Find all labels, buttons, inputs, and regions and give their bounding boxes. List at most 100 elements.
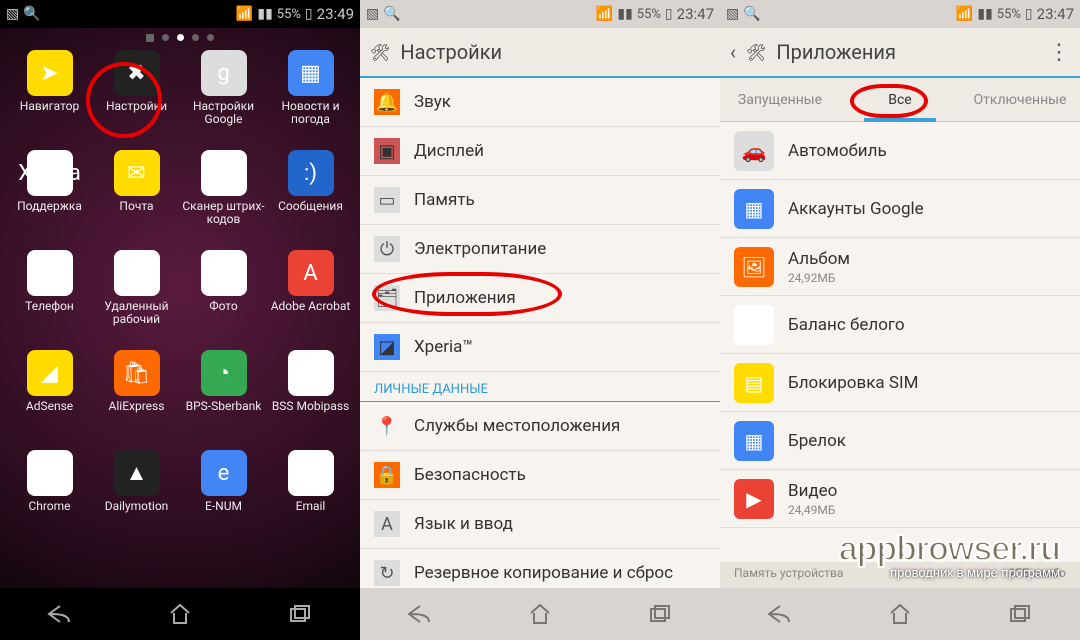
settings-row-Язык и ввод[interactable]: AЯзык и ввод	[360, 500, 720, 549]
row-label: Дисплей	[414, 141, 484, 161]
clock: 23:47	[1037, 5, 1074, 23]
app-aliexpress[interactable]: 🛍AliExpress	[93, 350, 180, 446]
app-почта[interactable]: ✉Почта	[93, 150, 180, 246]
clock: 23:47	[677, 5, 714, 23]
app-icon: :)	[288, 150, 334, 196]
app-сканер-штрих-кодов[interactable]: ▮▮▮ Сканер штрих-кодов	[180, 150, 267, 246]
app-adsense[interactable]: ◢AdSense	[6, 350, 93, 446]
app-dailymotion[interactable]: ▲Dailymotion	[93, 450, 180, 546]
settings-row-Электропитание[interactable]: ⏻Электропитание	[360, 225, 720, 274]
app-adobe-acrobat[interactable]: AAdobe Acrobat	[267, 250, 354, 346]
app-фото[interactable]: ✦Фото	[180, 250, 267, 346]
recent-button[interactable]	[275, 596, 325, 632]
app-icon: g	[201, 50, 247, 96]
row-icon: ↻	[374, 560, 400, 586]
row-icon: 🚗	[734, 131, 774, 171]
app-телефон[interactable]: ✆ Телефон	[6, 250, 93, 346]
settings-row-Приложения[interactable]: 🗂Приложения	[360, 274, 720, 323]
settings-row-Звук[interactable]: 🔔Звук	[360, 78, 720, 127]
row-icon: ▦	[734, 189, 774, 229]
app-row-Аккаунты Google[interactable]: ▦ Аккаунты Google	[720, 180, 1080, 238]
back-button[interactable]	[35, 596, 85, 632]
app-удаленный-рабочий[interactable]: ◧Удаленный рабочий	[93, 250, 180, 346]
app-label: Настройки	[106, 100, 167, 113]
battery-percent: 55%	[637, 7, 661, 22]
app-label: Телефон	[25, 300, 74, 313]
app-grid: ➤Навигатор✖НастройкиgНастройки Google▦Но…	[0, 46, 360, 546]
app-e-num[interactable]: eE-NUM	[180, 450, 267, 546]
row-sub: 24,92МБ	[788, 271, 850, 285]
settings-icon: 🛠	[370, 43, 390, 62]
search-icon: 🔍	[23, 6, 40, 22]
home-button[interactable]	[515, 596, 565, 632]
dot	[192, 34, 199, 41]
nav-bar	[0, 588, 360, 640]
app-навигатор[interactable]: ➤Навигатор	[6, 50, 93, 146]
app-icon: ✉	[288, 450, 334, 496]
back-button[interactable]	[395, 596, 445, 632]
row-icon: A	[374, 511, 400, 537]
app-label: Сканер штрих-кодов	[182, 200, 266, 226]
dot	[207, 34, 214, 41]
app-label: AliExpress	[109, 400, 165, 413]
row-label: Резервное копирование и сброс	[414, 563, 673, 583]
recent-button[interactable]	[995, 596, 1045, 632]
overflow-icon[interactable]: ⋮	[1048, 40, 1070, 65]
status-bar: ▧ 🔍 📶 ▮▮ 55% ▯ 23:47	[720, 0, 1080, 28]
app-label: E-NUM	[205, 500, 242, 513]
tab-Все[interactable]: Все	[840, 78, 960, 121]
app-row-Блокировка SIM[interactable]: ▤Блокировка SIM	[720, 354, 1080, 412]
back-icon[interactable]: ‹	[730, 40, 736, 64]
app-row-Баланс белого[interactable]: ✖Баланс белого	[720, 296, 1080, 354]
settings-row-Xperia™[interactable]: ◪Xperia™	[360, 323, 720, 372]
settings-row-Дисплей[interactable]: ▣Дисплей	[360, 127, 720, 176]
gallery-icon: ▧	[366, 6, 379, 22]
app-row-Автомобиль[interactable]: 🚗Автомобиль	[720, 122, 1080, 180]
settings-screen: ▧ 🔍 📶 ▮▮ 55% ▯ 23:47 🛠 Настройки 🔔Звук▣Д…	[360, 0, 720, 640]
app-row-Брелок[interactable]: ▦Брелок	[720, 412, 1080, 470]
app-bps-sberbank[interactable]: ◔BPS-Sberbank	[180, 350, 267, 446]
tab-Отключенные[interactable]: Отключенные	[960, 78, 1080, 121]
battery-percent: 55%	[277, 7, 301, 22]
status-bar: ▧ 🔍 📶 ▮▮ 55% ▯ 23:47	[360, 0, 720, 28]
battery-icon: ▯	[665, 6, 673, 22]
app-настройки[interactable]: ✖Настройки	[93, 50, 180, 146]
row-label: Электропитание	[414, 239, 546, 259]
row-label: Альбом	[788, 249, 850, 269]
settings-row-Службы местоположения[interactable]: 📍Службы местоположения	[360, 402, 720, 451]
page-title: Настройки	[400, 40, 502, 64]
footer-right: 2ГБ свобо	[1009, 566, 1066, 584]
settings-row-Безопасность[interactable]: 🔒Безопасность	[360, 451, 720, 500]
app-настройки-google[interactable]: gНастройки Google	[180, 50, 267, 146]
home-button[interactable]	[875, 596, 925, 632]
app-icon: ◔	[201, 350, 247, 396]
app-email[interactable]: ✉Email	[267, 450, 354, 546]
app-icon: ✆	[27, 250, 73, 296]
settings-row-Память[interactable]: ▭Память	[360, 176, 720, 225]
status-bar: ▧ 🔍 📶 ▮▮ 55% ▯ 23:49	[0, 0, 360, 28]
app-сообщения[interactable]: :)Сообщения	[267, 150, 354, 246]
app-row-Видео[interactable]: ▶Видео24,49МБ	[720, 470, 1080, 528]
app-icon: BSS	[288, 350, 334, 396]
nav-bar	[720, 588, 1080, 640]
home-button[interactable]	[155, 596, 205, 632]
app-icon: ▮▮▮	[201, 150, 247, 196]
footer-left: Память устройства	[734, 566, 843, 584]
tab-Запущенные[interactable]: Запущенные	[720, 78, 840, 121]
app-поддержка[interactable]: XperiaПоддержка	[6, 150, 93, 246]
app-icon: ▦	[288, 50, 334, 96]
app-row-Альбом[interactable]: 🖼Альбом24,92МБ	[720, 238, 1080, 296]
back-button[interactable]	[755, 596, 805, 632]
app-bss-mobipass[interactable]: BSSBSS Mobipass	[267, 350, 354, 446]
row-icon: ◪	[374, 334, 400, 360]
row-icon: ▭	[374, 187, 400, 213]
dot	[162, 34, 169, 41]
app-icon: ✉	[114, 150, 160, 196]
row-label: Приложения	[414, 288, 516, 308]
app-chrome[interactable]: ◯Chrome	[6, 450, 93, 546]
row-label: Аккаунты Google	[788, 199, 924, 219]
recent-button[interactable]	[635, 596, 685, 632]
app-новости-и-погода[interactable]: ▦Новости и погода	[267, 50, 354, 146]
battery-icon: ▯	[1025, 6, 1033, 22]
home-screen: ▧ 🔍 📶 ▮▮ 55% ▯ 23:49 ➤Навигатор✖Настройк…	[0, 0, 360, 640]
